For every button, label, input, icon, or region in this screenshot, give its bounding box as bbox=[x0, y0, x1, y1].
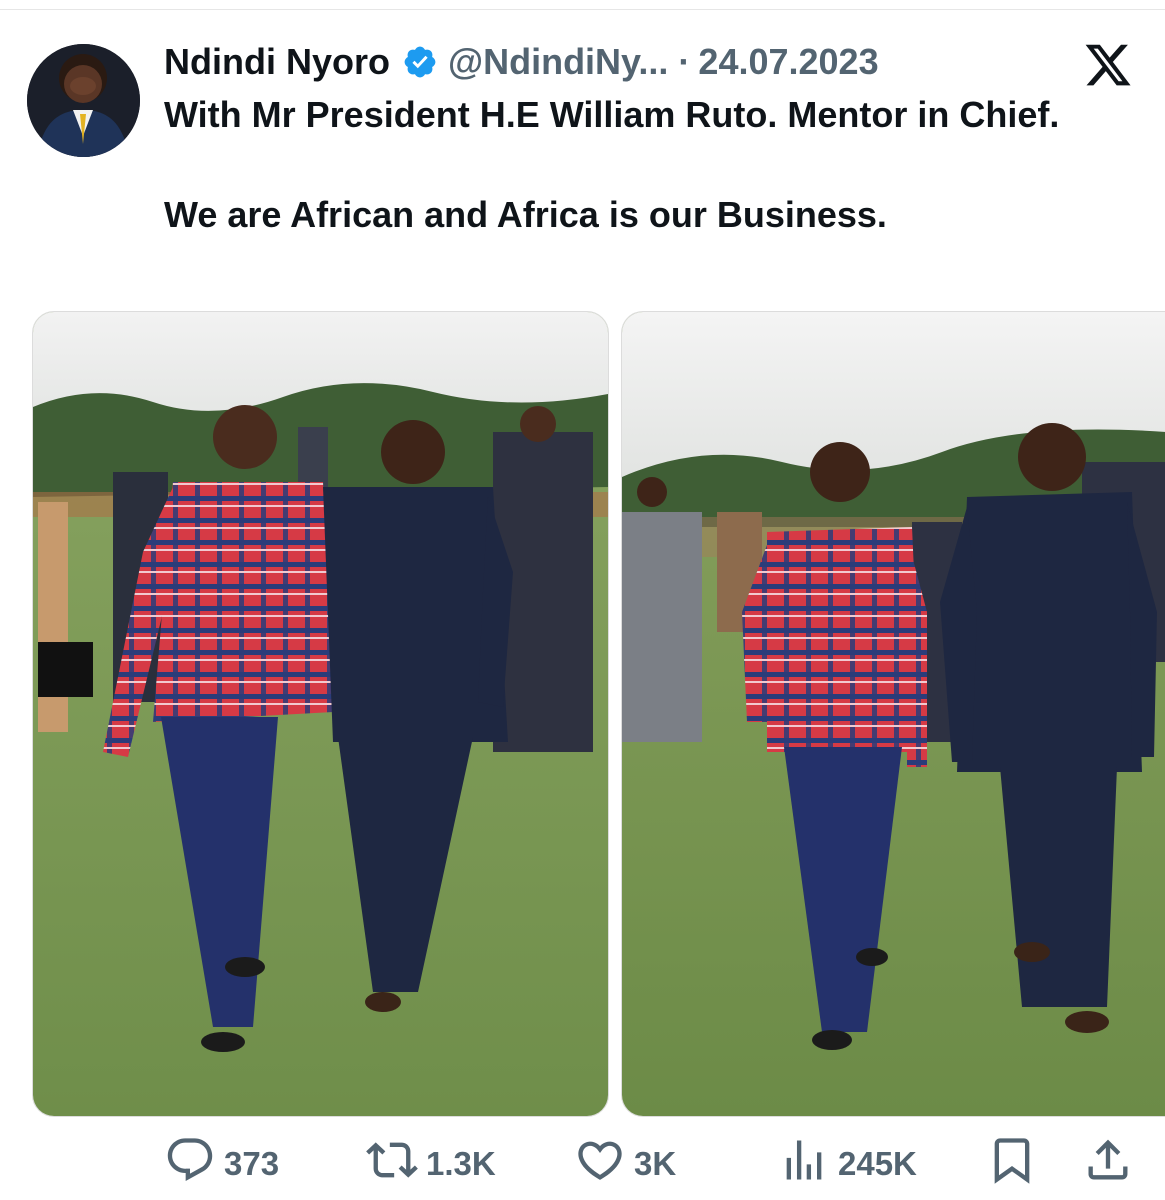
tweet-date[interactable]: 24.07.2023 bbox=[698, 38, 878, 86]
speech-bubble-icon bbox=[164, 1134, 224, 1194]
tweet-text-line-2: We are African and Africa is our Busines… bbox=[164, 194, 887, 235]
tweet-text-line-1: With Mr President H.E William Ruto. Ment… bbox=[164, 94, 1060, 135]
display-name[interactable]: Ndindi Nyoro bbox=[164, 38, 390, 86]
x-logo-icon[interactable] bbox=[1082, 40, 1134, 90]
heart-icon bbox=[574, 1134, 634, 1194]
repost-count: 1.3K bbox=[426, 1145, 496, 1182]
view-count: 245K bbox=[838, 1145, 917, 1182]
tweet-text: With Mr President H.E William Ruto. Ment… bbox=[164, 90, 1084, 240]
views-button[interactable]: 245K bbox=[778, 1138, 917, 1190]
verified-badge-icon bbox=[402, 44, 438, 80]
tweet-photo-2[interactable] bbox=[621, 311, 1165, 1117]
reply-count: 373 bbox=[224, 1145, 280, 1182]
share-icon bbox=[1082, 1134, 1142, 1194]
repost-icon bbox=[366, 1134, 426, 1194]
top-divider bbox=[0, 9, 1165, 10]
bookmark-button[interactable] bbox=[986, 1138, 1046, 1190]
user-handle[interactable]: @NdindiNy... bbox=[448, 38, 668, 86]
reply-button[interactable]: 373 bbox=[164, 1138, 279, 1190]
tweet-header: Ndindi Nyoro @NdindiNy... · 24.07.2023 bbox=[164, 38, 879, 86]
action-bar: 373 1.3K 3K 245K bbox=[160, 1138, 1140, 1190]
like-button[interactable]: 3K bbox=[574, 1138, 676, 1190]
bar-chart-icon bbox=[778, 1134, 838, 1194]
share-button[interactable] bbox=[1082, 1138, 1142, 1190]
tweet-photo-1[interactable] bbox=[32, 311, 609, 1117]
separator-dot: · bbox=[678, 41, 691, 82]
repost-button[interactable]: 1.3K bbox=[366, 1138, 496, 1190]
like-count: 3K bbox=[634, 1145, 677, 1182]
avatar[interactable] bbox=[27, 44, 140, 157]
bookmark-icon bbox=[986, 1134, 1046, 1194]
